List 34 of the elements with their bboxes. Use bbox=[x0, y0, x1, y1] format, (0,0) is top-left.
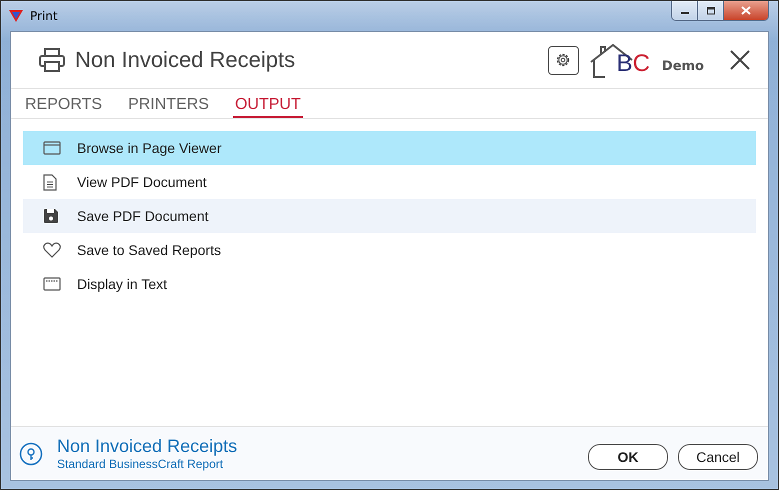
settings-button[interactable] bbox=[548, 46, 579, 74]
window-title: Print bbox=[30, 9, 58, 23]
maximize-icon bbox=[706, 6, 716, 14]
tab[interactable]: REPORTS bbox=[23, 89, 104, 118]
output-option[interactable]: Save PDF Document bbox=[23, 199, 756, 233]
output-option[interactable]: Browse in Page Viewer bbox=[23, 131, 756, 165]
minimize-button[interactable] bbox=[672, 1, 698, 20]
app-logo-icon bbox=[8, 9, 24, 23]
text-window-icon bbox=[43, 277, 61, 291]
report-title: Non Invoiced Receipts bbox=[75, 47, 296, 73]
footer-subtitle: Standard BusinessCraft Report bbox=[57, 457, 224, 471]
save-icon bbox=[43, 208, 61, 224]
maximize-button[interactable] bbox=[698, 1, 724, 20]
ok-button[interactable]: OK bbox=[588, 444, 668, 470]
close-icon bbox=[741, 6, 751, 15]
tab[interactable]: PRINTERS bbox=[126, 89, 211, 118]
house-logo-icon bbox=[588, 44, 633, 78]
output-option[interactable]: View PDF Document bbox=[23, 165, 756, 199]
cancel-button[interactable]: Cancel bbox=[678, 444, 758, 470]
heart-icon bbox=[43, 242, 61, 258]
window-icon bbox=[43, 141, 61, 155]
logo-letter: C bbox=[632, 52, 650, 76]
logo-letter: B bbox=[616, 52, 633, 76]
help-icon bbox=[19, 442, 43, 466]
printer-icon bbox=[39, 48, 65, 72]
logo-label: Demo bbox=[662, 59, 704, 74]
close-icon bbox=[730, 50, 750, 70]
close-button[interactable] bbox=[724, 1, 768, 20]
output-option[interactable]: Display in Text bbox=[23, 267, 756, 301]
output-option[interactable]: Save to Saved Reports bbox=[23, 233, 756, 267]
close-button[interactable] bbox=[730, 50, 750, 70]
settings-icon bbox=[555, 52, 572, 68]
footer-title: Non Invoiced Receipts bbox=[57, 436, 238, 457]
tab[interactable]: OUTPUT bbox=[232, 89, 303, 118]
